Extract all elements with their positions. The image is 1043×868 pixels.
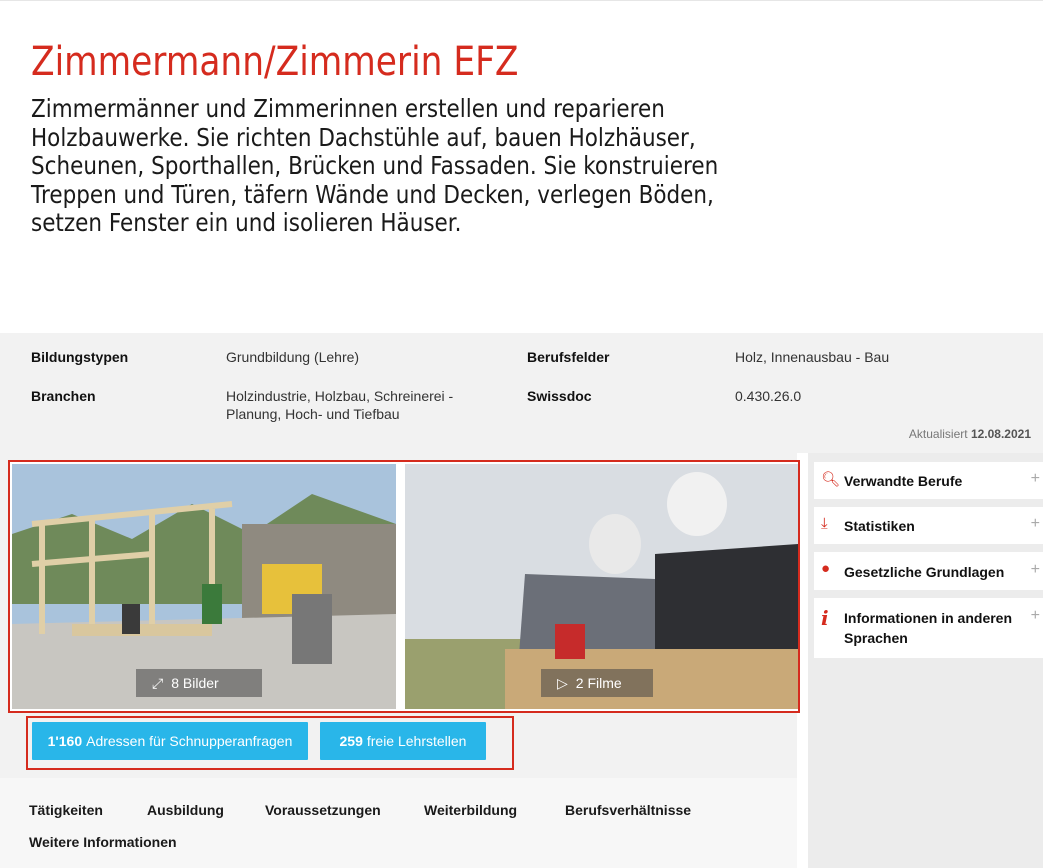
swissdoc-value: 0.430.26.0 <box>735 388 802 404</box>
sidebar-item-label-line: Informationen in anderen <box>844 610 1013 626</box>
nav-voraussetzungen[interactable]: Voraussetzungen <box>265 802 381 818</box>
sidebar-item-andere-sprachen[interactable]: i Informationen in anderen Sprachen + <box>814 598 1043 658</box>
expand-icon: ⤢ <box>152 674 164 691</box>
expand-icon: + <box>1030 607 1040 624</box>
description-line: Zimmermänner und Zimmerinnen erstellen u… <box>31 94 665 123</box>
nav-ausbildung[interactable]: Ausbildung <box>147 802 224 818</box>
description-line: Holzbauwerke. Sie richten Dachstühle auf… <box>31 122 696 152</box>
media-gallery: ⤢ 8 Bilder ▷ 2 Filme <box>8 460 800 713</box>
schnupper-count: 1'160 <box>47 733 83 749</box>
hero-section: Zimmermann/Zimmerin EFZ Zimmermänner und… <box>0 0 1043 334</box>
section-nav: Tätigkeiten Ausbildung Voraussetzungen W… <box>0 778 797 868</box>
berufsfelder-value: Holz, Innenausbau - Bau <box>735 349 890 365</box>
job-meta-info: Bildungstypen Grundbildung (Lehre) Branc… <box>0 333 1043 453</box>
branchen-value: Holzindustrie, Holzbau, Schreinerei - Pl… <box>226 387 453 423</box>
expand-icon: + <box>1030 561 1040 578</box>
updated-date: 12.08.2021 <box>970 427 1031 441</box>
lehrstellen-label: freie Lehrstellen <box>366 733 467 749</box>
last-updated: Aktualisiert 12.08.2021 <box>909 427 1031 441</box>
bildungstypen-label: Bildungstypen <box>31 349 129 365</box>
free-apprenticeships-button[interactable]: 259 freie Lehrstellen <box>320 722 486 760</box>
expand-icon: + <box>1030 470 1040 487</box>
schnupper-label: Adressen für Schnupperanfragen <box>86 733 293 749</box>
expand-icon: + <box>1030 515 1040 532</box>
updated-prefix: Aktualisiert <box>908 427 968 441</box>
sidebar-item-verwandte-berufe[interactable]: 🔍︎ Verwandte Berufe + <box>814 462 1043 499</box>
lehrstellen-count: 259 <box>339 733 363 749</box>
branchen-value-line: Planung, Hoch- und Tiefbau <box>226 406 400 422</box>
branchen-value-line: Holzindustrie, Holzbau, Schreinerei - <box>226 388 454 404</box>
nav-weitere-informationen[interactable]: Weitere Informationen <box>29 834 177 850</box>
nav-berufsverhaeltnisse[interactable]: Berufsverhältnisse <box>565 802 691 818</box>
info-icon: i <box>821 606 829 630</box>
sidebar-item-label: Verwandte Berufe <box>844 473 963 489</box>
sidebar-item-label: Informationen in anderen Sprachen <box>844 608 1012 648</box>
nav-taetigkeiten[interactable]: Tätigkeiten <box>29 802 103 818</box>
sidebar-item-gesetzliche-grundlagen[interactable]: ● Gesetzliche Grundlagen + <box>814 552 1043 590</box>
sidebar-item-label-line: Sprachen <box>844 630 908 646</box>
sidebar-item-label: Statistiken <box>844 518 915 534</box>
page-title: Zimmermann/Zimmerin EFZ <box>31 39 519 85</box>
sidebar-item-statistiken[interactable]: ⤓ Statistiken + <box>814 507 1043 544</box>
nav-weiterbildung[interactable]: Weiterbildung <box>424 802 517 818</box>
download-icon: ⤓ <box>821 515 828 532</box>
swissdoc-label: Swissdoc <box>527 388 592 404</box>
films-count-overlay[interactable]: ▷ 2 Filme <box>541 669 653 697</box>
description-line: setzen Fenster ein und isolieren Häuser. <box>31 208 462 237</box>
films-count-label: 2 Filme <box>575 675 622 691</box>
description-line: Treppen und Türen, täfern Wände und Deck… <box>31 179 714 209</box>
images-count-overlay[interactable]: ⤢ 8 Bilder <box>136 669 262 697</box>
images-count-label: 8 Bilder <box>171 675 219 691</box>
schnupper-addresses-button[interactable]: 1'160 Adressen für Schnupperanfragen <box>32 722 308 760</box>
image-gallery-tile[interactable]: ⤢ 8 Bilder <box>12 464 396 709</box>
branchen-label: Branchen <box>31 388 96 404</box>
job-description: Zimmermänner und Zimmerinnen erstellen u… <box>31 94 753 238</box>
sidebar-item-label: Gesetzliche Grundlagen <box>844 564 1005 580</box>
globe-icon: ● <box>821 560 831 577</box>
video-gallery-tile[interactable]: ▷ 2 Filme <box>405 464 798 709</box>
play-icon: ▷ <box>557 674 568 691</box>
berufsfelder-label: Berufsfelder <box>527 349 610 365</box>
description-line: Scheunen, Sporthallen, Brücken und Fassa… <box>31 151 719 180</box>
search-icon: 🔍︎ <box>821 471 841 488</box>
bildungstypen-value: Grundbildung (Lehre) <box>226 349 360 365</box>
